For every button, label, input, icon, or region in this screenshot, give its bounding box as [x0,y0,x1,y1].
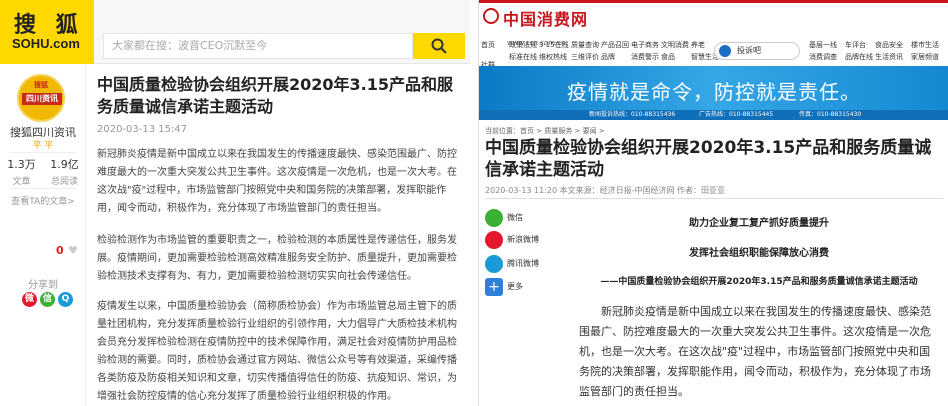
nav-item[interactable]: 3·15在线 [539,40,569,50]
search-button[interactable] [413,33,465,59]
article-title: 中国质量检验协会组织开展2020年3.15产品和服务质量诚信承诺主题活动 [97,75,454,116]
nav-item[interactable]: 标准在线 [509,52,537,62]
nav-item[interactable]: 文明消费 [661,40,689,50]
stat-articles: 1.3万 文章 [0,156,43,187]
stat-label: 总阅读 [50,177,78,187]
nav-item[interactable]: 食品 [661,52,675,62]
weibo-share-icon[interactable]: 微 [22,292,37,307]
screenshot-frame: 搜 狐 SOHU.com 大家都在搜：波音CEO沉默至今 搜狐 四川资讯 搜狐四… [0,0,948,406]
hotline-ads: 广告热线：010-88315445 [699,111,774,118]
avatar-badge: 四川资讯 [22,93,62,105]
nav-item[interactable]: 生活资讯 [875,52,903,62]
tencent-weibo-icon [485,255,503,273]
share-tencent-weibo[interactable]: 腾讯微博 [485,254,565,274]
hotline-fax: 传真：010-88315430 [799,111,862,118]
hotline-bar: 新闻投诉热线：010-88315436 广告热线：010-88315445 传真… [479,110,948,120]
nav-item[interactable]: 政策法规 [509,40,537,50]
article-date: 2020-03-13 15:47 [97,124,188,135]
ccn-article-page: 中国消费网 www.ccn.com.cn 首页 社群 政策法规 3·15在线 质… [478,0,948,406]
plus-icon: + [485,278,503,296]
divider [485,198,943,199]
stat-number: 1.9亿 [50,158,79,171]
top-accent-bar [479,0,948,3]
article-title: 中国质量检验协会组织开展2020年3.15产品和服务质量诚信承诺主题活动 [485,138,932,180]
stat-label: 文章 [12,177,31,187]
share-label: 新浪微博 [507,235,539,244]
weibo-icon [485,231,503,249]
heart-icon[interactable]: ♥ [68,244,78,257]
nav-item[interactable]: 质量查询 [571,40,599,50]
nav-item[interactable]: 楼市生活 [911,40,939,50]
ccn-logo-cn: 中国消费网 [503,10,589,29]
article-paragraph: 疫情发生以来，中国质量检验协会（简称质检协会）作为市场监管总局主管下的质量社团机… [97,301,457,402]
sohu-logo-en: SOHU.com [12,36,80,51]
nav-item[interactable]: 车评台 [845,40,866,50]
avatar[interactable]: 搜狐 四川资讯 [17,74,65,122]
sohu-logo[interactable]: 搜 狐 SOHU.com [0,0,94,64]
article-paragraph: 新冠肺炎疫情是新中国成立以来在我国发生的传播速度最快、感染范围最广、防控难度最大… [97,149,457,214]
nav-item[interactable]: 养老 [691,40,705,50]
nav-item[interactable]: 消费调查 [809,52,837,62]
sohu-header: 搜 狐 SOHU.com 大家都在搜：波音CEO沉默至今 [0,0,470,64]
nav-item[interactable]: 维权热线 [539,52,567,62]
share-label: 微信 [507,213,523,222]
stat-reads: 1.9亿 总阅读 [43,156,86,187]
like-count: 0 [56,244,64,257]
sohu-logo-cn: 搜 狐 [14,13,84,38]
article-paragraph: 新冠肺炎疫情是新中国成立以来在我国发生的传播速度最快、感染范围最广、防控难度最大… [579,305,931,398]
article-paragraph: 检验检测作为市场监管的重要职责之一，检验检测的本质属性是传递信任，服务发展。疫情… [97,235,457,282]
nav-item[interactable]: 三维评价 [571,52,599,62]
divider [10,152,76,153]
qq-share-icon[interactable]: Q [58,292,73,307]
nav-home[interactable]: 首页 [481,40,495,50]
share-label: 腾讯微博 [507,259,539,268]
banner-text: 疫情就是命令，防控就是责任。 [567,80,861,104]
author-level-mark: 平 平 [32,141,54,151]
complaint-icon [719,45,731,57]
banner: 疫情就是命令，防控就是责任。 [479,66,948,110]
nav-item[interactable]: 家居频道 [911,52,939,62]
author-sidebar: 搜狐 四川资讯 搜狐四川资讯 平 平 1.3万 文章 1.9亿 总阅读 查看TA… [0,64,86,406]
share-more[interactable]: + 更多 [485,277,565,297]
share-label: 分享到 [28,280,58,291]
sohu-article-page: 搜 狐 SOHU.com 大家都在搜：波音CEO沉默至今 搜狐 四川资讯 搜狐四… [0,0,470,406]
subheading: ——中国质量检验协会组织开展2020年3.15产品和服务质量诚信承诺主题活动 [600,277,918,287]
hotline-news: 新闻投诉热线：010-88315436 [589,111,676,118]
share-wechat[interactable]: 微信 [485,208,565,228]
ccn-logo-mark-icon [483,8,499,24]
wechat-icon [485,209,503,227]
stat-number: 1.3万 [7,158,36,171]
complaint-label: 投诉吧 [737,46,761,55]
share-sina-weibo[interactable]: 新浪微博 [485,230,565,250]
complaint-button[interactable]: 投诉吧 [714,42,800,60]
wechat-share-icon[interactable]: 信 [40,292,55,307]
nav-item[interactable]: 电子商务 [631,40,659,50]
search-input[interactable]: 大家都在搜：波音CEO沉默至今 [103,33,413,59]
avatar-top-text: 搜狐 [34,81,48,89]
nav-item[interactable]: 消费警示 [631,52,659,62]
share-label: 更多 [507,282,523,291]
divider [10,188,76,189]
nav-item[interactable]: 品牌在线 [845,52,873,62]
author-more-link[interactable]: 查看TA的文章> [0,194,86,207]
nav-item[interactable]: 产品召回 [601,40,629,50]
subheading: 助力企业复工复产抓好质量提升 [689,218,829,229]
article-meta: 2020-03-13 11:20 本文来源：经济日报-中国经济网 作者：田亚亚 [485,186,726,195]
nav-item[interactable]: 基层一线 [809,40,837,50]
nav-item[interactable]: 品牌 [601,52,615,62]
search-icon [431,38,447,54]
nav-item[interactable]: 食品安全 [875,40,903,50]
subheading: 发挥社会组织职能保障放心消费 [689,248,829,259]
breadcrumb[interactable]: 当前位置：首页 > 质量服务 > 要闻 > [485,126,605,136]
